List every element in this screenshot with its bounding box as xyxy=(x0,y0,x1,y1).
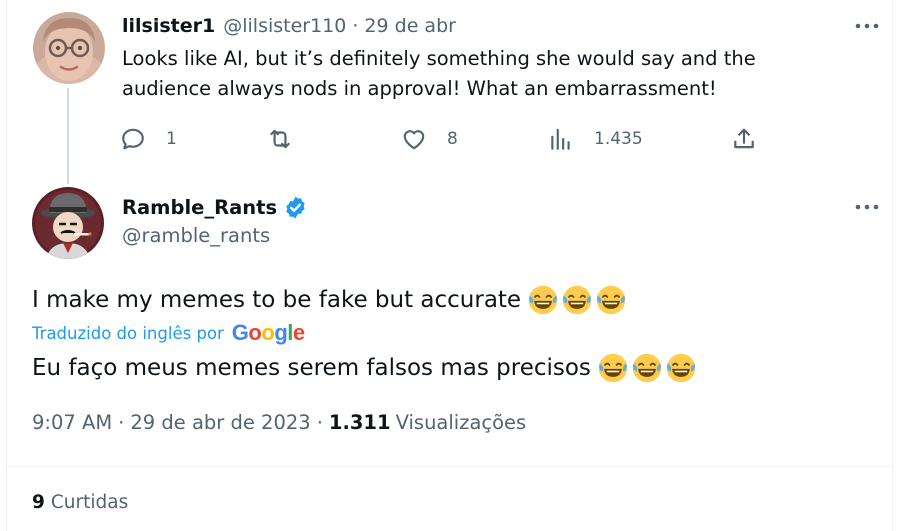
translation-label: Traduzido do inglês por xyxy=(32,323,224,343)
translation-attribution[interactable]: Traduzido do inglês por Google xyxy=(32,320,305,346)
likes-label: Curtidas xyxy=(50,491,129,513)
laugh-emoji-icon xyxy=(598,353,628,383)
author-avatar[interactable] xyxy=(32,187,104,259)
tweet-text: I make my memes to be fake but accurate xyxy=(32,284,629,316)
likes-total: 9 xyxy=(32,491,45,513)
laugh-emoji-icon xyxy=(632,353,662,383)
reply-separator: · xyxy=(352,15,359,37)
author-name[interactable]: Ramble_Rants xyxy=(122,196,277,219)
views-button[interactable]: 1.435 xyxy=(548,124,643,154)
reply-author-handle[interactable]: @lilsister110 xyxy=(223,15,346,37)
share-button[interactable] xyxy=(731,124,757,154)
meta-separator: · xyxy=(118,410,125,434)
share-icon xyxy=(734,128,754,149)
like-count: 8 xyxy=(447,129,458,149)
reply-date[interactable]: 29 de abr xyxy=(364,15,456,37)
verified-badge-icon xyxy=(286,196,305,218)
reply-icon xyxy=(122,128,144,150)
tweet-date[interactable]: 29 de abr de 2023 xyxy=(130,411,310,434)
tweet-text-content: I make my memes to be fake but accurate xyxy=(32,287,522,313)
reply-button[interactable]: 1 xyxy=(120,124,177,154)
views-total: 1.311 xyxy=(328,410,391,434)
google-logo: Google xyxy=(231,320,305,345)
tweet-meta: 9:07 AM · 29 de abr de 2023 · 1.311 Visu… xyxy=(32,408,526,436)
author-handle[interactable]: @ramble_rants xyxy=(122,224,270,247)
laugh-emoji-icon xyxy=(562,285,592,315)
laugh-emoji-icon xyxy=(528,285,558,315)
author-row: Ramble_Rants xyxy=(122,193,308,221)
reply-action-bar: 1 8 1.435 xyxy=(120,124,770,154)
reply-more-icon[interactable] xyxy=(854,16,880,36)
thread-line xyxy=(67,88,69,184)
likes-summary[interactable]: 9 Curtidas xyxy=(32,489,128,515)
translated-text: Eu faço meus memes serem falsos mas prec… xyxy=(32,352,699,384)
reply-avatar[interactable] xyxy=(33,12,105,84)
retweet-button[interactable] xyxy=(267,124,313,154)
translated-text-content: Eu faço meus memes serem falsos mas prec… xyxy=(32,355,591,381)
reply-author-name[interactable]: lilsister1 xyxy=(122,15,215,37)
timeline-border-left xyxy=(6,0,7,531)
meta-separator: · xyxy=(316,410,323,434)
tweet-more-icon[interactable] xyxy=(854,197,880,217)
timeline-border-right xyxy=(892,0,893,531)
views-icon xyxy=(551,128,570,150)
tweet-time[interactable]: 9:07 AM xyxy=(32,411,112,434)
reply-count: 1 xyxy=(166,129,177,149)
retweet-icon xyxy=(270,129,290,149)
divider xyxy=(7,466,892,467)
reply-header: lilsister1 @lilsister110 · 29 de abr xyxy=(122,12,456,40)
views-count: 1.435 xyxy=(594,129,643,149)
laugh-emoji-icon xyxy=(596,285,626,315)
laugh-emoji-icon xyxy=(666,353,696,383)
laugh-emoji-group xyxy=(597,352,699,384)
laugh-emoji-group xyxy=(527,284,629,316)
reply-text: Looks like AI, but it’s definitely somet… xyxy=(122,47,756,100)
like-icon xyxy=(403,130,425,150)
views-label: Visualizações xyxy=(395,410,527,434)
like-button[interactable]: 8 xyxy=(401,124,458,154)
